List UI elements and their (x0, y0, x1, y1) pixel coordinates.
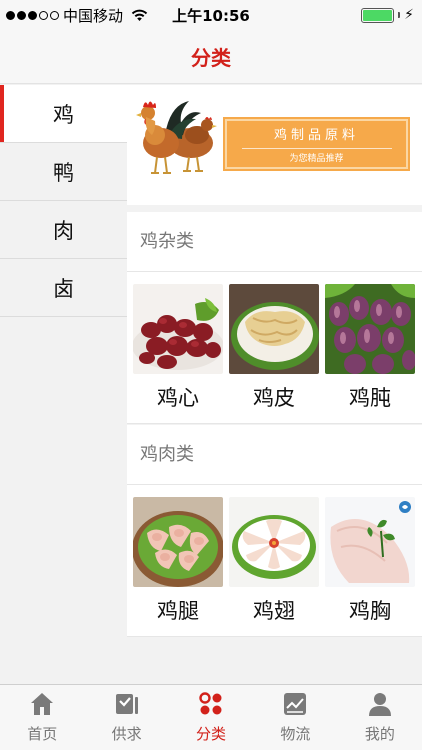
product-label: 鸡翅 (253, 599, 295, 623)
tab-profile[interactable]: 我的 (338, 685, 422, 750)
section-meat: 鸡肉类 鸡腿 鸡翅 鸡胸 (127, 425, 422, 637)
chicken-breast-image (325, 497, 415, 587)
tab-home[interactable]: 首页 (0, 685, 84, 750)
category-icon (199, 692, 222, 715)
chicken-leg-image (133, 497, 223, 587)
sidebar-item-label: 鸡 (53, 102, 74, 127)
rooster-hen-image (136, 101, 217, 174)
product-chicken-skin[interactable]: 鸡皮 (229, 284, 319, 423)
product-chicken-heart[interactable]: 鸡心 (133, 284, 223, 423)
product-grid: 鸡腿 鸡翅 鸡胸 (127, 485, 422, 637)
tab-label: 供求 (111, 725, 142, 743)
chicken-heart-image (133, 284, 223, 374)
sidebar-item-chicken[interactable]: 鸡 (0, 85, 127, 143)
chicken-wing-image (229, 497, 319, 587)
banner[interactable]: 鸡制品原料 为您精品推荐 (127, 85, 422, 205)
tab-supply[interactable]: 供求 (84, 685, 168, 750)
tab-label: 首页 (27, 725, 58, 743)
battery-icon (361, 7, 395, 23)
product-label: 鸡肫 (349, 386, 391, 410)
product-label: 鸡皮 (253, 386, 295, 410)
tab-label: 分类 (196, 725, 227, 743)
battery-tip (398, 12, 401, 18)
tab-label: 我的 (364, 725, 395, 743)
banner-title: 鸡制品原料 (273, 128, 359, 143)
category-content: 鸡制品原料 为您精品推荐 鸡杂类 鸡心 鸡皮 鸡肫 鸡肉类 鸡腿 鸡翅 鸡胸 (127, 85, 422, 685)
status-bar: 中国移动 上午10:56 ⚡ (0, 0, 422, 28)
section-offal: 鸡杂类 鸡心 鸡皮 鸡肫 (127, 212, 422, 424)
tab-category[interactable]: 分类 (169, 685, 253, 750)
status-right: ⚡ (361, 7, 414, 23)
tab-bar: 首页 供求 分类 物流 我的 (0, 684, 422, 750)
sidebar-item-meat[interactable]: 肉 (0, 201, 127, 259)
sidebar-item-label: 肉 (53, 218, 74, 243)
chicken-gizzard-image (325, 284, 415, 374)
product-chicken-wing[interactable]: 鸡翅 (229, 497, 319, 636)
banner-subtitle: 为您精品推荐 (241, 148, 392, 164)
app-screen: 中国移动 上午10:56 ⚡ 分类 鸡 鸭 肉 卤 鸡制品原料 为您精品推荐 鸡… (0, 0, 422, 750)
section-title: 鸡肉类 (127, 425, 422, 485)
sidebar-item-label: 鸭 (53, 160, 74, 185)
charging-icon: ⚡ (404, 7, 414, 23)
supply-icon (115, 694, 138, 714)
sidebar-item-duck[interactable]: 鸭 (0, 143, 127, 201)
product-label: 鸡心 (157, 386, 199, 410)
tab-logistics[interactable]: 物流 (253, 685, 337, 750)
product-label: 鸡腿 (157, 599, 199, 623)
tab-label: 物流 (280, 725, 311, 743)
profile-icon (368, 693, 391, 716)
product-label: 鸡胸 (349, 599, 391, 623)
logistics-icon (284, 693, 307, 715)
home-icon (31, 693, 54, 715)
banner-card: 鸡制品原料 为您精品推荐 (225, 119, 408, 169)
category-sidebar: 鸡 鸭 肉 卤 (0, 85, 127, 685)
status-time: 上午10:56 (172, 7, 250, 25)
sidebar-item-label: 卤 (53, 276, 74, 301)
product-chicken-gizzard[interactable]: 鸡肫 (325, 284, 415, 423)
battery-fill (363, 9, 393, 21)
sidebar-item-braised[interactable]: 卤 (0, 259, 127, 317)
chicken-skin-image (229, 284, 319, 374)
product-chicken-leg[interactable]: 鸡腿 (133, 497, 223, 636)
product-grid: 鸡心 鸡皮 鸡肫 (127, 272, 422, 424)
nav-bar: 分类 (0, 28, 422, 84)
section-title: 鸡杂类 (127, 212, 422, 272)
page-title: 分类 (191, 46, 231, 70)
product-chicken-breast[interactable]: 鸡胸 (325, 497, 415, 636)
